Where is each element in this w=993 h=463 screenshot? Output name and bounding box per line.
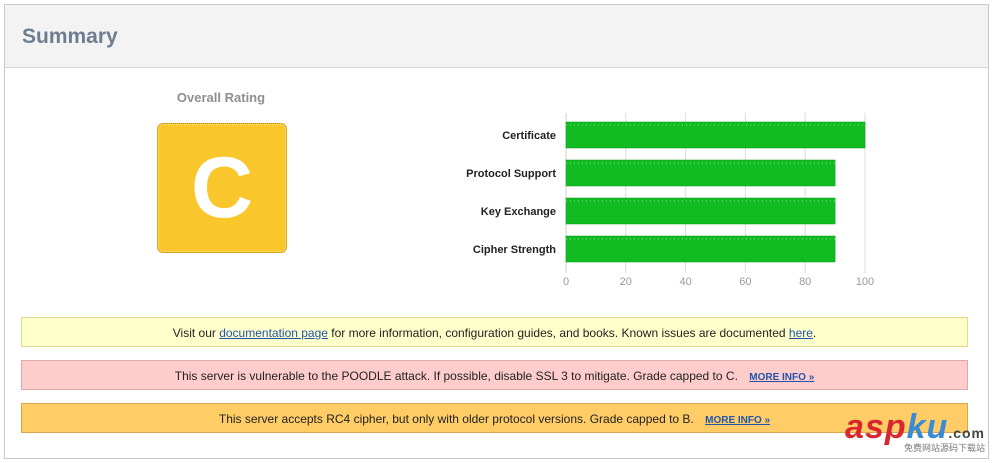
known-issues-link[interactable]: here bbox=[789, 326, 813, 340]
documentation-page-link[interactable]: documentation page bbox=[219, 326, 328, 340]
category-label: Cipher Strength bbox=[473, 244, 556, 256]
category-label: Protocol Support bbox=[466, 168, 556, 180]
page-title: Summary bbox=[22, 25, 118, 48]
bar-protocol-support bbox=[565, 159, 836, 187]
rc4-warning: This server accepts RC4 cipher, but only… bbox=[21, 403, 968, 433]
x-tick-label: 40 bbox=[679, 276, 691, 288]
x-tick-label: 100 bbox=[856, 276, 874, 288]
poodle-warning: This server is vulnerable to the POODLE … bbox=[21, 360, 968, 390]
category-label: Key Exchange bbox=[481, 206, 556, 218]
bar-key-exchange bbox=[565, 197, 836, 225]
summary-header: Summary bbox=[5, 5, 988, 68]
grade-badge: C bbox=[157, 123, 287, 253]
bar-certificate bbox=[565, 121, 866, 149]
x-tick-label: 60 bbox=[739, 276, 751, 288]
x-tick-label: 20 bbox=[620, 276, 632, 288]
watermark-part1: asp bbox=[845, 408, 907, 446]
poodle-more-info-link[interactable]: MORE INFO » bbox=[749, 372, 814, 383]
category-label: Certificate bbox=[502, 130, 556, 142]
rating-chart: 0 20 40 60 80 100 Certificate Protocol Support K… bbox=[466, 113, 874, 288]
doc-notice-suffix: . bbox=[812, 326, 817, 340]
doc-notice-prefix: Visit our bbox=[172, 326, 220, 340]
doc-notice-middle: for more information, configuration guid… bbox=[327, 326, 789, 340]
x-tick-label: 0 bbox=[563, 276, 569, 288]
rc4-warning-text: This server accepts RC4 cipher, but only… bbox=[218, 412, 694, 426]
bar-cipher-strength bbox=[565, 235, 836, 263]
overall-rating-label: Overall Rating bbox=[176, 90, 266, 105]
watermark-logo: aspku.com 免费网站源码下载站 bbox=[845, 408, 985, 454]
documentation-notice: Visit our documentation page for more in… bbox=[21, 317, 968, 347]
summary-panel: Summary Overall Rating C 0 20 40 60 80 100 Cer… bbox=[4, 4, 989, 459]
poodle-warning-text: This server is vulnerable to the POODLE … bbox=[174, 369, 738, 383]
grade-letter: C bbox=[190, 140, 254, 236]
rc4-more-info-link[interactable]: MORE INFO » bbox=[705, 415, 770, 426]
watermark-tld: .com bbox=[948, 425, 985, 441]
x-tick-label: 80 bbox=[799, 276, 811, 288]
